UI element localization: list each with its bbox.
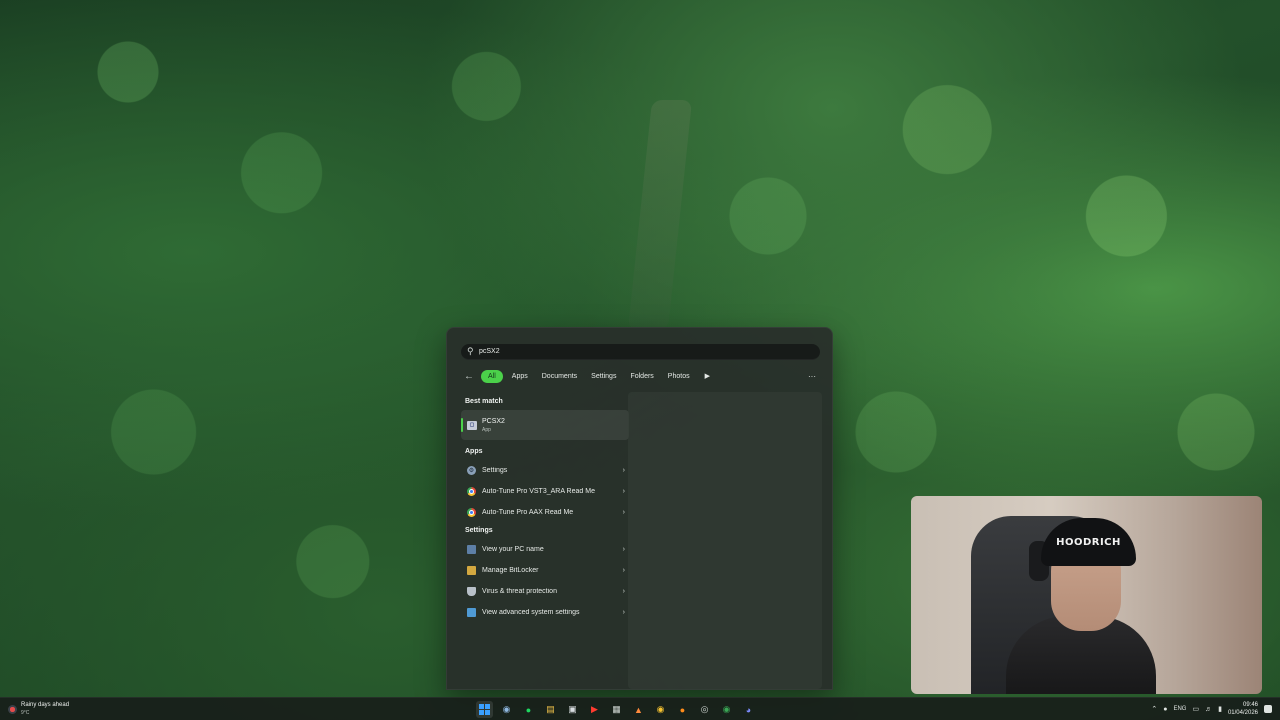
list-item[interactable]: ⚙ Settings ›	[461, 460, 629, 481]
search-input[interactable]	[479, 348, 779, 355]
search-icon: ⚲	[467, 346, 474, 356]
list-item[interactable]: Auto-Tune Pro AAX Read Me ›	[461, 502, 629, 523]
result-preview-pane	[628, 392, 822, 689]
language-indicator[interactable]: ENG	[1173, 706, 1186, 712]
filter-settings[interactable]: Settings	[586, 370, 621, 383]
filter-documents[interactable]: Documents	[537, 370, 582, 383]
result-label: Auto-Tune Pro AAX Read Me	[482, 509, 574, 516]
best-match-result[interactable]: ▢ PCSX2 App	[461, 410, 629, 440]
chrome-icon	[467, 487, 476, 496]
list-item[interactable]: View advanced system settings ›	[461, 602, 629, 623]
clock-time: 09:46	[1242, 702, 1258, 708]
weather-temp: 9°C	[21, 710, 30, 716]
chevron-up-icon[interactable]: ⌃	[1151, 705, 1157, 713]
weather-title: Rainy days ahead	[21, 702, 70, 708]
app-icon[interactable]: ▲	[630, 701, 647, 718]
result-label: View advanced system settings	[482, 609, 580, 616]
result-label: Settings	[482, 467, 508, 474]
app-icon[interactable]: ◎	[696, 701, 713, 718]
list-item[interactable]: View your PC name ›	[461, 539, 629, 560]
bitlocker-icon	[467, 566, 476, 575]
search-results-list: Best match ▢ PCSX2 App Apps ⚙ Settings ›…	[461, 394, 629, 623]
result-label: Virus & threat protection	[482, 588, 557, 595]
chevron-right-icon[interactable]: ›	[623, 467, 625, 474]
notification-icon[interactable]	[1264, 705, 1272, 713]
advanced-system-icon	[467, 608, 476, 617]
taskbar: Rainy days ahead 9°C ◉ ● ▤ ▣ ▶ ▦ ▲ ◉ ● ◎…	[0, 697, 1280, 720]
list-item[interactable]: Virus & threat protection ›	[461, 581, 629, 602]
filter-all[interactable]: All	[481, 369, 503, 383]
discord-icon[interactable]: ◕	[740, 701, 757, 718]
calendar-icon[interactable]: ▦	[608, 701, 625, 718]
chevron-right-icon[interactable]: ›	[623, 567, 625, 574]
result-label: View your PC name	[482, 546, 544, 553]
filter-photos[interactable]: Photos	[663, 370, 695, 383]
volume-icon[interactable]: ♬	[1205, 706, 1212, 713]
apps-heading: Apps	[465, 448, 483, 455]
system-tray: ⌃ ● ENG ▭ ♬ ▮ 09:46 01/04/2026	[1151, 701, 1272, 717]
youtube-icon[interactable]: ▶	[586, 701, 603, 718]
best-match-subtitle: App	[482, 426, 491, 433]
battery-icon[interactable]: ▮	[1218, 705, 1222, 713]
more-options-button[interactable]: ···	[808, 372, 820, 381]
store-icon[interactable]: ▣	[564, 701, 581, 718]
pcsx2-icon: ▢	[467, 420, 477, 430]
chrome-icon[interactable]: ◉	[718, 701, 735, 718]
shield-icon	[467, 587, 476, 596]
weather-widget[interactable]: Rainy days ahead 9°C	[8, 701, 69, 717]
monitor-icon	[467, 545, 476, 554]
steam-icon[interactable]: ◉	[498, 701, 515, 718]
clock-date: 01/04/2026	[1227, 710, 1258, 716]
microphone-icon[interactable]: ●	[1163, 706, 1167, 713]
best-match-heading: Best match	[465, 398, 503, 405]
cap-text: HOODRICH	[1056, 536, 1121, 548]
spotify-icon[interactable]: ●	[520, 701, 537, 718]
file-explorer-icon[interactable]: ▤	[542, 701, 559, 718]
chevron-right-icon[interactable]: ›	[623, 609, 625, 616]
chevron-right-icon[interactable]: ›	[623, 509, 625, 516]
taskbar-pinned-apps: ◉ ● ▤ ▣ ▶ ▦ ▲ ◉ ● ◎ ◉ ◕	[476, 701, 757, 718]
filter-apps[interactable]: Apps	[507, 370, 533, 383]
search-box[interactable]: ⚲	[461, 344, 820, 360]
search-filter-bar: ← All Apps Documents Settings Folders Ph…	[461, 368, 820, 384]
result-label: Manage BitLocker	[482, 567, 539, 574]
back-arrow-icon[interactable]: ←	[461, 371, 477, 382]
chevron-right-icon[interactable]: ›	[623, 588, 625, 595]
network-icon[interactable]: ▭	[1192, 705, 1199, 713]
weather-icon	[8, 704, 17, 714]
chrome-icon	[467, 508, 476, 517]
chevron-right-icon[interactable]: ›	[623, 488, 625, 495]
webcam-overlay: HOODRICH	[911, 496, 1262, 694]
wallpaper-forest-path	[627, 100, 693, 330]
start-search-panel: ⚲ ← All Apps Documents Settings Folders …	[446, 327, 833, 690]
list-item[interactable]: Auto-Tune Pro VST3_ARA Read Me ›	[461, 481, 629, 502]
gear-icon: ⚙	[467, 466, 476, 475]
chrome-icon[interactable]: ◉	[652, 701, 669, 718]
clock[interactable]: 09:46 01/04/2026	[1228, 701, 1258, 717]
best-match-title: PCSX2	[482, 417, 505, 425]
settings-heading: Settings	[465, 527, 493, 534]
filter-folders[interactable]: Folders	[625, 370, 658, 383]
windows-start-icon[interactable]	[476, 701, 493, 718]
chevron-right-icon[interactable]: ›	[623, 546, 625, 553]
result-label: Auto-Tune Pro VST3_ARA Read Me	[482, 488, 595, 495]
play-icon[interactable]: ▶	[705, 372, 710, 380]
firefox-icon[interactable]: ●	[674, 701, 691, 718]
list-item[interactable]: Manage BitLocker ›	[461, 560, 629, 581]
